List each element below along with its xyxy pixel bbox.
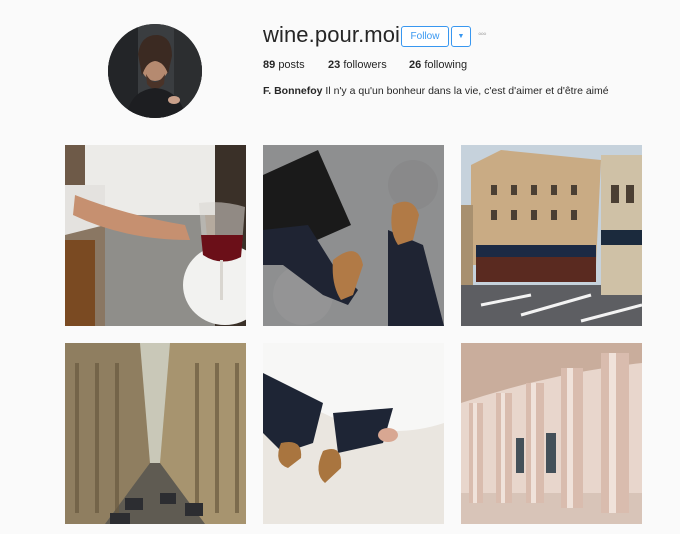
followers-label: followers	[343, 59, 387, 71]
post-photo-boots	[263, 145, 444, 326]
post-photo-colonnade	[461, 343, 642, 524]
following-label: following	[424, 59, 468, 71]
posts-count: 89	[263, 59, 276, 71]
post-photo-wine	[65, 145, 246, 326]
bio-name: F. Bonnefoy	[263, 85, 323, 97]
following-count: 26	[409, 59, 422, 71]
post-thumbnail[interactable]	[65, 343, 246, 524]
following-stat[interactable]: 26 following	[409, 59, 467, 71]
bio-text: Il n'y a qu'un bonheur dans la vie, c'es…	[325, 85, 609, 97]
followers-stat[interactable]: 23 followers	[328, 59, 387, 71]
more-options-icon[interactable]: ◦◦◦	[478, 28, 500, 42]
posts-stat[interactable]: 89 posts	[263, 59, 305, 71]
post-thumbnail[interactable]	[263, 343, 444, 524]
post-thumbnail[interactable]	[461, 343, 642, 524]
caret-down-icon[interactable]: ▼	[451, 26, 471, 47]
profile-bio: F. Bonnefoy Il n'y a qu'un bonheur dans …	[263, 85, 609, 97]
follow-button[interactable]: Follow	[401, 26, 449, 47]
post-thumbnail[interactable]	[65, 145, 246, 326]
post-photo-city-street	[65, 343, 246, 524]
profile-avatar[interactable]	[108, 24, 202, 118]
post-photo-paris-street	[461, 145, 642, 326]
profile-username: wine.pour.moi	[263, 22, 401, 47]
post-thumbnail[interactable]	[263, 145, 444, 326]
followers-count: 23	[328, 59, 341, 71]
posts-label: posts	[278, 59, 305, 71]
post-thumbnail[interactable]	[461, 145, 642, 326]
avatar-photo	[108, 24, 202, 118]
post-photo-boots-shirt	[263, 343, 444, 524]
